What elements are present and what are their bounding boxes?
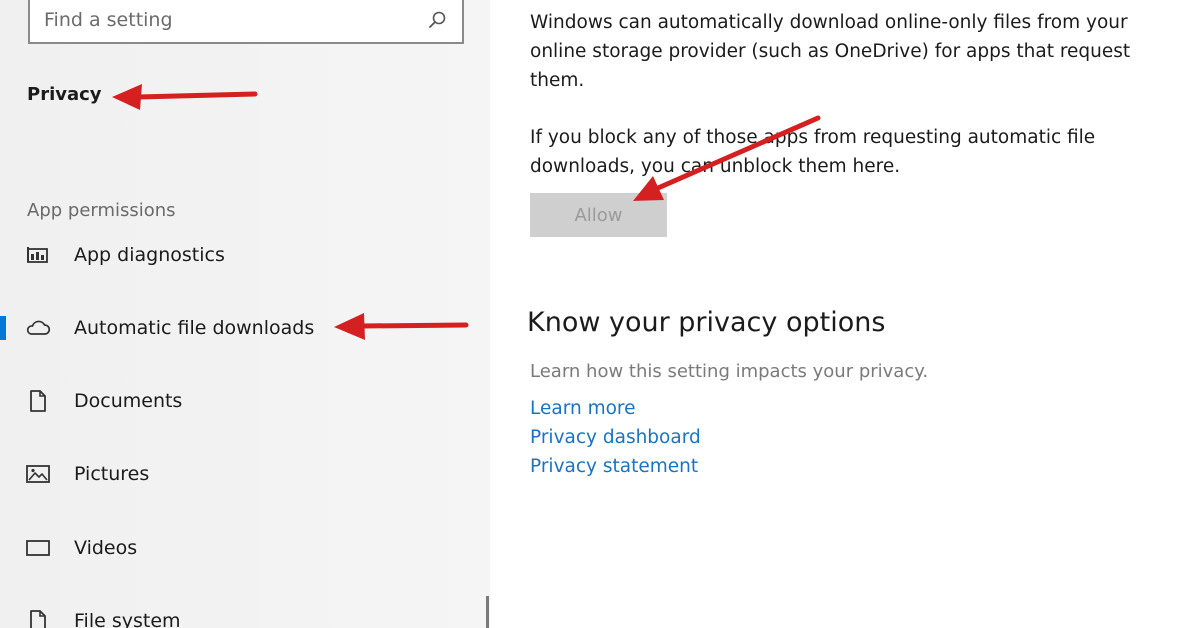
search-input[interactable]: [44, 9, 426, 31]
unblock-text: If you block any of those apps from requ…: [530, 127, 1096, 177]
sidebar-item-app-diagnostics[interactable]: App diagnostics: [0, 235, 490, 275]
sidebar-item-label: Automatic file downloads: [74, 317, 315, 339]
app-diagnostics-icon: [24, 241, 52, 269]
sidebar: Privacy App permissions App diagnostics: [0, 0, 490, 628]
sidebar-item-label: Documents: [74, 390, 183, 412]
sidebar-item-documents[interactable]: Documents: [0, 381, 490, 421]
file-system-icon: [24, 607, 52, 628]
page-title: Privacy: [27, 84, 102, 105]
privacy-dashboard-link[interactable]: Privacy dashboard: [530, 427, 701, 448]
sidebar-item-file-system[interactable]: File system: [0, 601, 490, 628]
sidebar-item-videos[interactable]: Videos: [0, 528, 490, 568]
videos-icon: [24, 534, 52, 562]
sidebar-item-label: File system: [74, 610, 181, 628]
section-label: App permissions: [27, 200, 176, 221]
pictures-icon: [24, 460, 52, 488]
settings-window: Privacy App permissions App diagnostics: [0, 0, 1196, 628]
sidebar-item-label: Videos: [74, 537, 138, 559]
sidebar-item-label: Pictures: [74, 463, 150, 485]
scrollbar[interactable]: [486, 596, 489, 628]
selected-indicator: [0, 316, 6, 340]
privacy-statement-link[interactable]: Privacy statement: [530, 456, 698, 477]
privacy-options-heading: Know your privacy options: [527, 307, 886, 338]
sidebar-item-pictures[interactable]: Pictures: [0, 454, 490, 494]
document-icon: [24, 387, 52, 415]
main-content: Windows can automatically download onlin…: [490, 0, 1196, 628]
cloud-icon: [24, 314, 52, 342]
sidebar-item-automatic-file-downloads[interactable]: Automatic file downloads: [0, 308, 490, 348]
privacy-options-subtitle: Learn how this setting impacts your priv…: [530, 361, 929, 382]
allow-button[interactable]: Allow: [530, 193, 667, 237]
search-icon[interactable]: [426, 9, 448, 31]
learn-more-link[interactable]: Learn more: [530, 398, 636, 419]
description-text: Windows can automatically download onlin…: [530, 12, 1131, 91]
sidebar-item-label: App diagnostics: [74, 244, 225, 266]
search-box[interactable]: [28, 0, 464, 44]
